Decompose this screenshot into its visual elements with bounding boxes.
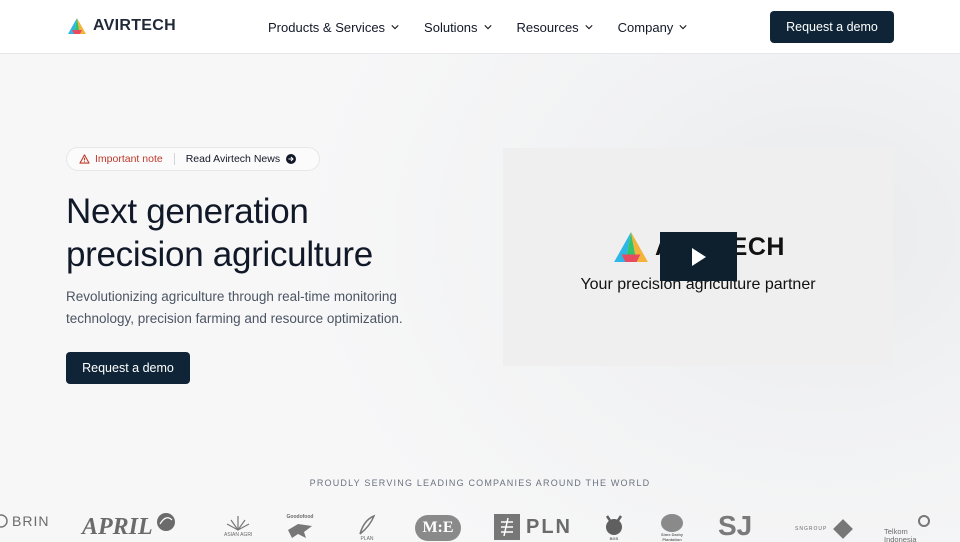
chevron-down-icon	[483, 25, 492, 30]
sngroup-logo: SNGROUP	[795, 516, 856, 542]
pln-logo: PLN	[494, 514, 572, 540]
asian-agri-mark-icon	[226, 516, 250, 532]
hero-subtitle: Revolutionizing agriculture through real…	[66, 289, 403, 326]
intro-video[interactable]: AVIRTECH Your precision agriculture part…	[503, 148, 893, 366]
plan-logo: PLAN	[356, 514, 378, 542]
chevron-down-icon	[391, 25, 399, 30]
brand-name: AVIRTECH	[93, 17, 176, 34]
telkom-logo: Telkom Indonesia	[884, 514, 940, 542]
site-header: AVIRTECH Products & Services Solutions R…	[0, 0, 960, 54]
hero-title-line-2: precision agriculture	[66, 235, 373, 274]
note-divider	[173, 153, 175, 165]
sime-darby-mark-icon	[661, 514, 683, 532]
header-request-demo-button[interactable]: Request a demo	[770, 11, 894, 43]
nav-solutions[interactable]: Solutions	[424, 20, 492, 35]
sime-darby-logo: Sime Darby Plantation	[658, 514, 686, 542]
telkom-mark-icon	[918, 515, 930, 527]
hero-title: Next generation precision agriculture	[66, 190, 486, 276]
main-nav: Products & Services Solutions Resources …	[268, 0, 712, 54]
important-note: Important note	[79, 153, 163, 165]
bgs-mark-icon	[605, 515, 623, 535]
chevron-down-icon	[679, 25, 687, 30]
arrow-right-icon	[286, 154, 297, 164]
chevron-down-icon	[585, 25, 593, 30]
pln-mark-icon	[494, 514, 520, 540]
sj-logo: SJ	[718, 510, 753, 541]
client-logos: BRIN APRIL ASIAN AGRI Goodofood PLAN M:E…	[0, 508, 960, 542]
asian-agri-logo: ASIAN AGRI	[224, 514, 252, 538]
nav-products-services[interactable]: Products & Services	[268, 20, 399, 35]
plan-mark-icon	[359, 514, 376, 535]
goodfood-logo: Goodofood	[286, 514, 314, 540]
play-icon	[691, 247, 706, 266]
nav-company[interactable]: Company	[618, 20, 688, 35]
hero-title-line-1: Next generation	[66, 192, 309, 231]
brin-logo: BRIN	[0, 512, 49, 530]
me-logo: M:E	[415, 515, 461, 541]
april-logo: APRIL	[82, 512, 176, 541]
warning-icon	[79, 154, 90, 164]
sngroup-mark-icon	[833, 519, 854, 539]
goodfood-mark-icon	[288, 524, 312, 538]
hero-request-demo-button[interactable]: Request a demo	[66, 352, 190, 384]
important-note-pill[interactable]: Important note Read Avirtech News	[66, 147, 320, 171]
avirtech-logo-icon	[68, 18, 86, 34]
leaf-icon	[156, 512, 175, 531]
avirtech-logo-icon	[614, 232, 648, 262]
read-news-link[interactable]: Read Avirtech News	[186, 153, 297, 165]
nav-resources[interactable]: Resources	[517, 20, 593, 35]
brin-mark-icon	[0, 514, 8, 528]
brand-logo[interactable]: AVIRTECH	[68, 17, 176, 35]
bgs-logo: BGS	[603, 514, 625, 541]
play-button[interactable]	[660, 232, 737, 281]
clients-heading: PROUDLY SERVING LEADING COMPANIES AROUND…	[309, 478, 651, 488]
